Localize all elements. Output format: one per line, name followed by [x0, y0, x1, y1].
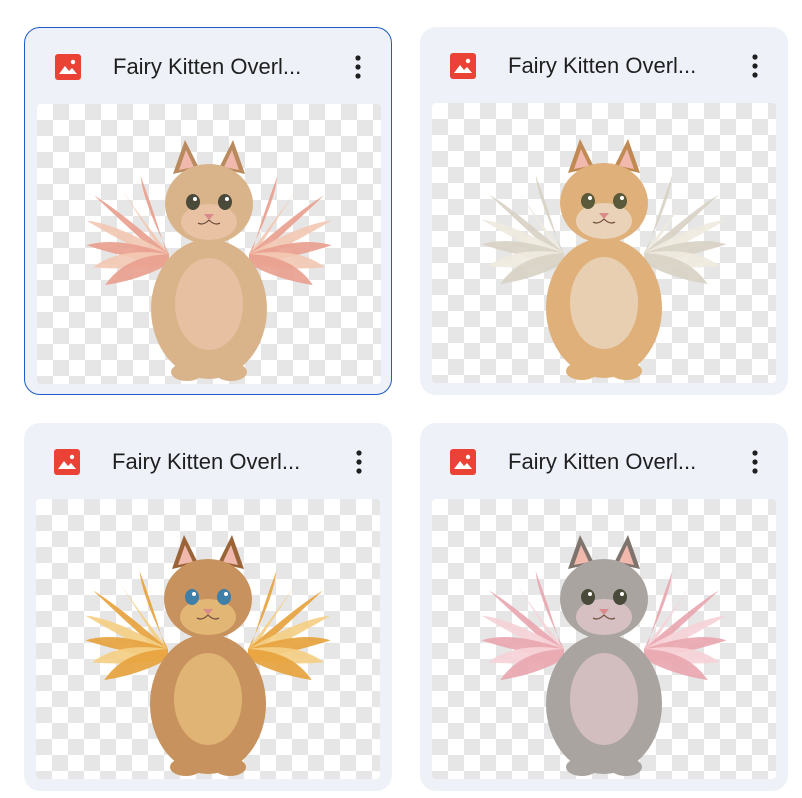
left-wing — [86, 176, 169, 286]
image-thumbnail[interactable] — [37, 104, 381, 384]
fairy-kitten-image — [86, 140, 332, 381]
image-thumbnail[interactable] — [432, 499, 776, 779]
more-vert-icon[interactable] — [343, 50, 373, 84]
right-wing — [249, 176, 332, 286]
card-header: Fairy Kitten Overl... — [420, 27, 788, 103]
card-header: Fairy Kitten Overl... — [25, 28, 391, 104]
fairy-kitten-image — [481, 139, 727, 380]
left-wing — [481, 175, 564, 285]
left-wing — [481, 571, 564, 681]
image-thumbnail[interactable] — [36, 499, 380, 779]
file-card[interactable]: Fairy Kitten Overl... — [24, 27, 392, 395]
right-wing — [248, 571, 331, 681]
more-vert-icon[interactable] — [344, 445, 374, 479]
file-card[interactable]: Fairy Kitten Overl... — [420, 423, 788, 791]
file-title: Fairy Kitten Overl... — [508, 53, 697, 78]
right-wing — [644, 571, 727, 681]
fairy-kitten-image — [481, 535, 727, 776]
fairy-kitten-image — [85, 535, 331, 776]
image-file-icon — [55, 54, 81, 80]
image-thumbnail[interactable] — [432, 103, 776, 383]
file-grid: Fairy Kitten Overl... Fairy Kitten Overl… — [0, 0, 802, 798]
left-wing — [85, 571, 168, 681]
file-title: Fairy Kitten Overl... — [112, 449, 301, 474]
image-file-icon — [450, 53, 476, 79]
more-vert-icon[interactable] — [740, 445, 770, 479]
right-wing — [644, 175, 727, 285]
file-card[interactable]: Fairy Kitten Overl... — [24, 423, 392, 791]
more-vert-icon[interactable] — [740, 49, 770, 83]
file-card[interactable]: Fairy Kitten Overl... — [420, 27, 788, 395]
card-header: Fairy Kitten Overl... — [24, 423, 392, 499]
file-title: Fairy Kitten Overl... — [113, 54, 302, 79]
file-title: Fairy Kitten Overl... — [508, 449, 697, 474]
image-file-icon — [54, 449, 80, 475]
card-header: Fairy Kitten Overl... — [420, 423, 788, 499]
image-file-icon — [450, 449, 476, 475]
